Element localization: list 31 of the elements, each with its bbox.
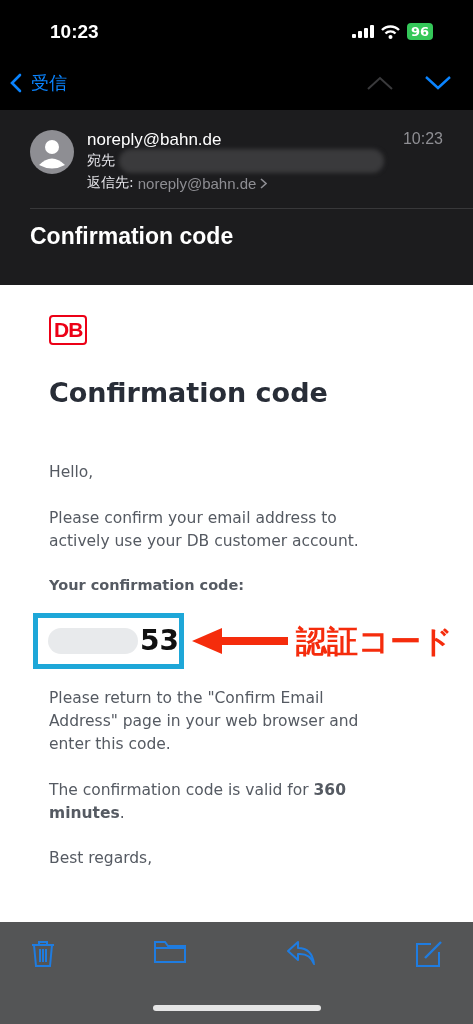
compose-icon[interactable] <box>415 940 443 968</box>
reply-to-label: 返信先: <box>87 174 134 192</box>
status-time: 10:23 <box>50 20 99 43</box>
body-paragraph: Best regards, <box>49 848 154 870</box>
annotation-text: 認証コード <box>296 621 453 661</box>
signal-icon <box>351 25 374 38</box>
body-paragraph: The confirmation code is valid for 360 minutes. <box>49 779 347 824</box>
email-heading: Confirmation code <box>49 377 329 410</box>
code-label: Your confirmation code: <box>49 576 246 596</box>
trash-icon[interactable] <box>31 940 55 968</box>
avatar-icon <box>30 130 74 174</box>
chevron-left-icon <box>10 72 22 93</box>
chevron-right-icon <box>260 177 268 189</box>
body-paragraph: Please return to the "Confirm Email Address" page in your web browser and enter this code. <box>49 687 360 756</box>
chevron-up-icon[interactable] <box>367 75 393 90</box>
recipient-label: 宛先 <box>87 152 115 170</box>
battery-level: 96 <box>406 23 433 40</box>
email-subject: Confirmation code <box>30 222 235 250</box>
folder-icon[interactable] <box>154 940 187 964</box>
chevron-down-icon[interactable] <box>425 75 451 90</box>
db-logo: DB <box>49 315 88 345</box>
received-time: 10:23 <box>402 130 443 149</box>
body-paragraph: Hello, <box>49 462 95 484</box>
arrow-left-icon <box>192 627 288 654</box>
reply-to-link[interactable]: noreply@bahn.de <box>137 174 257 192</box>
back-button[interactable]: 受信 <box>10 70 67 95</box>
body-paragraph: Please confirm your email address to actively use your DB customer account. <box>49 507 360 552</box>
sender-address: noreply@bahn.de <box>87 130 222 150</box>
wifi-icon <box>380 24 400 39</box>
reply-icon[interactable] <box>285 940 316 966</box>
confirmation-code: 53 <box>140 622 179 659</box>
